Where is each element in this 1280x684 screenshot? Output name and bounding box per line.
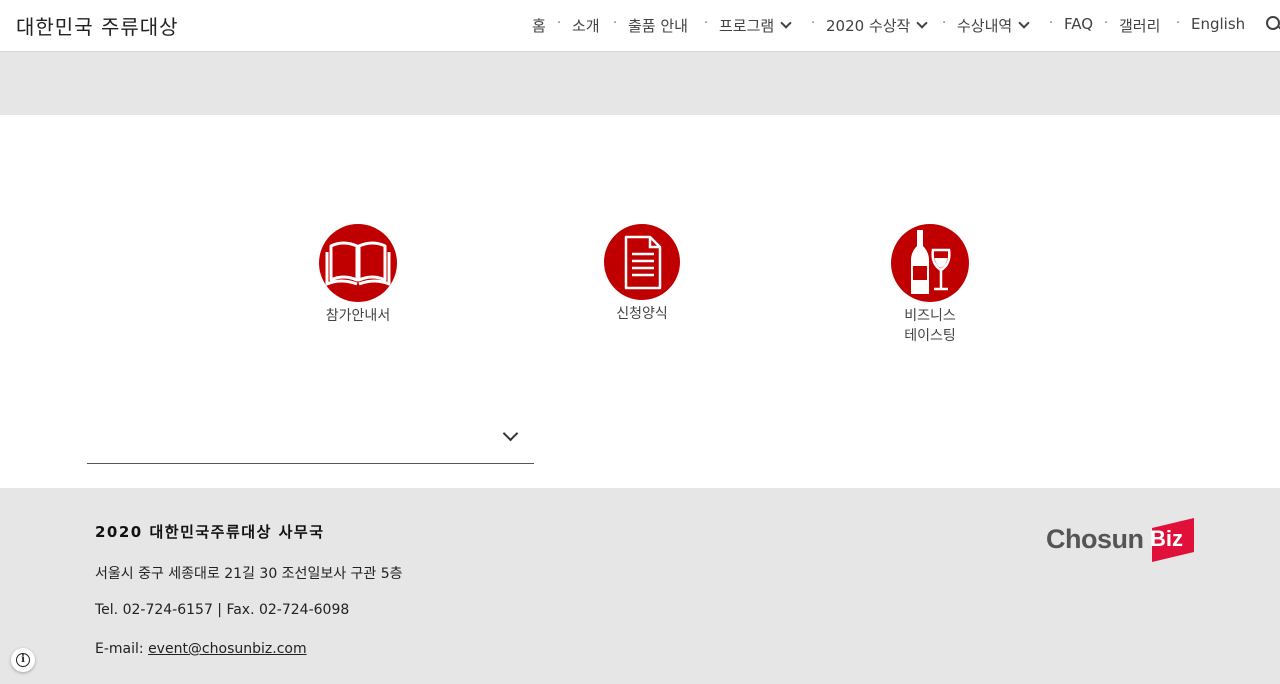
- footer-address: 서울시 중구 세종대로 21길 30 조선일보사 구관 5층: [95, 566, 403, 582]
- book-icon[interactable]: [319, 224, 397, 302]
- nav-gallery[interactable]: 갤러리: [1119, 15, 1160, 36]
- dropdown-divider: [87, 463, 534, 464]
- info-icon[interactable]: i: [11, 648, 35, 672]
- email-link[interactable]: event@chosunbiz.com: [148, 641, 307, 657]
- feature-application-form[interactable]: 신청양식: [582, 224, 702, 324]
- nav-separator: ·: [811, 16, 816, 31]
- nav-program[interactable]: 프로그램: [719, 15, 792, 36]
- site-header: 대한민국 주류대상 홈 · 소개 · 출품 안내 · 프로그램 · 2020 수…: [0, 0, 1280, 52]
- feature-entry-guide[interactable]: 참가안내서: [298, 224, 418, 326]
- site-footer: 2020 대한민국주류대상 사무국 서울시 중구 세종대로 21길 30 조선일…: [0, 488, 1280, 684]
- nav-separator: ·: [704, 16, 709, 31]
- nav-separator: ·: [613, 16, 618, 31]
- nav-separator: ·: [942, 16, 947, 31]
- nav-faq[interactable]: FAQ: [1064, 15, 1093, 33]
- footer-phone: Tel. 02-724-6157 | Fax. 02-724-6098: [95, 602, 350, 618]
- feature-label: 참가안내서: [325, 308, 391, 324]
- wine-icon[interactable]: [891, 224, 969, 302]
- document-icon[interactable]: [604, 224, 680, 300]
- footer-email: E-mail: event@chosunbiz.com: [95, 641, 307, 657]
- nav-separator: ·: [557, 16, 562, 31]
- nav-home[interactable]: 홈: [532, 15, 546, 36]
- search-icon[interactable]: [1266, 16, 1280, 30]
- footer-title: 2020 대한민국주류대상 사무국: [95, 523, 325, 541]
- feature-label: 신청양식: [616, 306, 668, 322]
- feature-business-tasting[interactable]: 비즈니스 테이스팅: [870, 224, 990, 346]
- chevron-down-icon[interactable]: [780, 17, 792, 29]
- hero-band: [0, 52, 1280, 115]
- nav-separator: ·: [1049, 16, 1054, 31]
- footer-email-label: E-mail:: [95, 641, 149, 657]
- logo-biz-text: Biz: [1150, 526, 1183, 551]
- chosunbiz-logo[interactable]: Chosun Biz: [1046, 518, 1196, 564]
- feature-label: 비즈니스 테이스팅: [904, 308, 956, 344]
- chevron-down-icon[interactable]: [1018, 17, 1030, 29]
- logo-text: Chosun: [1046, 524, 1144, 554]
- site-title[interactable]: 대한민국 주류대상: [16, 11, 179, 40]
- chevron-down-icon[interactable]: [502, 425, 519, 442]
- nav-english[interactable]: English: [1191, 15, 1245, 33]
- nav-2020-winners[interactable]: 2020 수상작: [826, 15, 929, 36]
- nav-separator: ·: [1176, 16, 1181, 31]
- nav-awards-history[interactable]: 수상내역: [957, 15, 1030, 36]
- nav-about[interactable]: 소개: [572, 15, 600, 36]
- nav-entry-guide[interactable]: 출품 안내: [628, 15, 688, 36]
- nav-separator: ·: [1104, 16, 1109, 31]
- chevron-down-icon[interactable]: [916, 17, 929, 29]
